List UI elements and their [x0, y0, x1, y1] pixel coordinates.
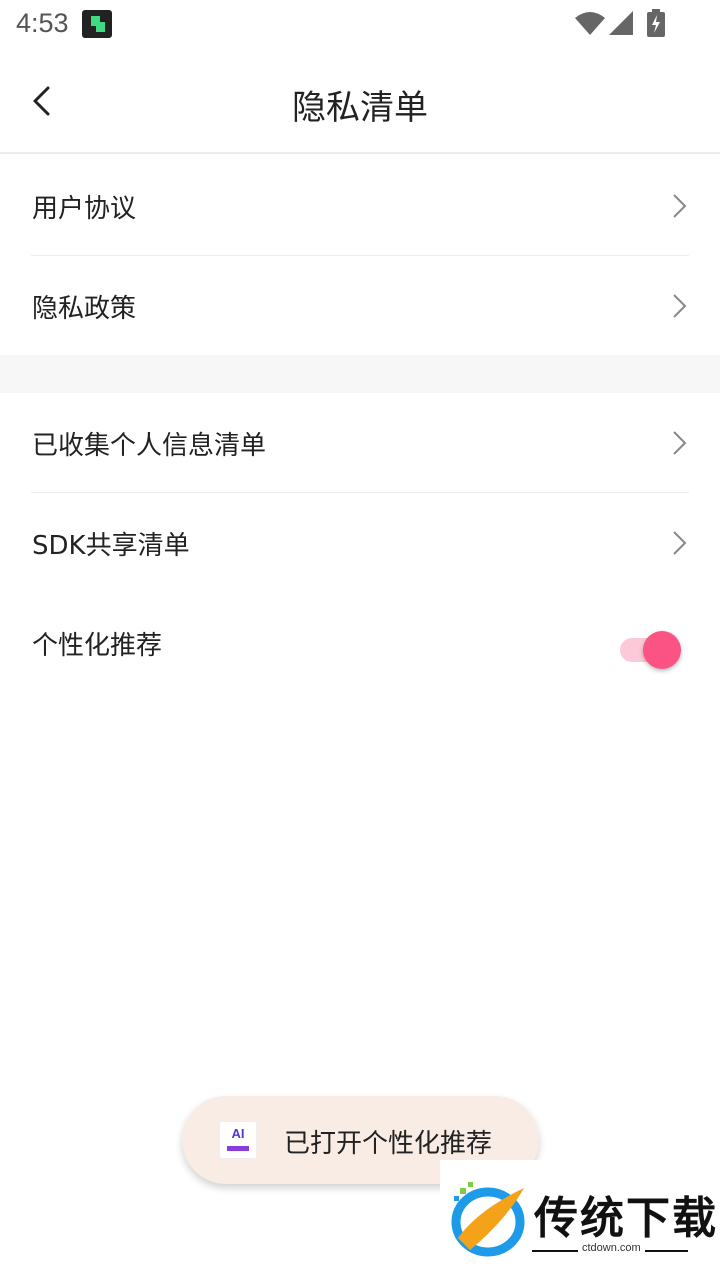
- list-item-collected-info[interactable]: 已收集个人信息清单: [0, 393, 720, 493]
- list-item-label: SDK共享清单: [32, 531, 190, 561]
- list-item-personalized-recommendation: 个性化推荐: [0, 593, 720, 693]
- watermark-domain: ctdown.com: [578, 1242, 645, 1254]
- chevron-right-icon: [673, 194, 687, 218]
- watermark-logo-icon: [451, 1182, 525, 1257]
- title-bar: 隐私清单: [0, 50, 720, 154]
- list-item-user-agreement[interactable]: 用户协议: [0, 156, 720, 256]
- wifi-icon: [574, 10, 606, 40]
- status-bar: 4:53: [0, 0, 720, 50]
- chevron-right-icon: [673, 294, 687, 318]
- watermark-text: 传统下载: [534, 1193, 718, 1244]
- section-gap: [0, 355, 720, 393]
- watermark: 传统下载 ctdown.com: [440, 1160, 720, 1280]
- list-item-label: 已收集个人信息清单: [32, 431, 267, 461]
- list-item-sdk-sharing[interactable]: SDK共享清单: [0, 493, 720, 593]
- personalized-recommendation-toggle[interactable]: [620, 628, 684, 672]
- list-item-label: 用户协议: [32, 194, 137, 224]
- toggle-knob: [643, 631, 681, 669]
- ai-icon-label: AI: [231, 1126, 245, 1141]
- toast-message: 已打开个性化推荐: [284, 1129, 493, 1159]
- page-title: 隐私清单: [292, 88, 428, 128]
- status-time: 4:53: [16, 8, 69, 38]
- app-notification-icon: [82, 10, 112, 38]
- chevron-right-icon: [673, 431, 687, 455]
- chevron-right-icon: [673, 531, 687, 555]
- list-item-label: 个性化推荐: [32, 631, 163, 661]
- list-item-label: 隐私政策: [32, 294, 137, 324]
- signal-icon: [608, 10, 634, 40]
- battery-charging-icon: [646, 9, 666, 41]
- list-item-privacy-policy[interactable]: 隐私政策: [0, 256, 720, 356]
- ai-app-icon: AI: [219, 1121, 257, 1159]
